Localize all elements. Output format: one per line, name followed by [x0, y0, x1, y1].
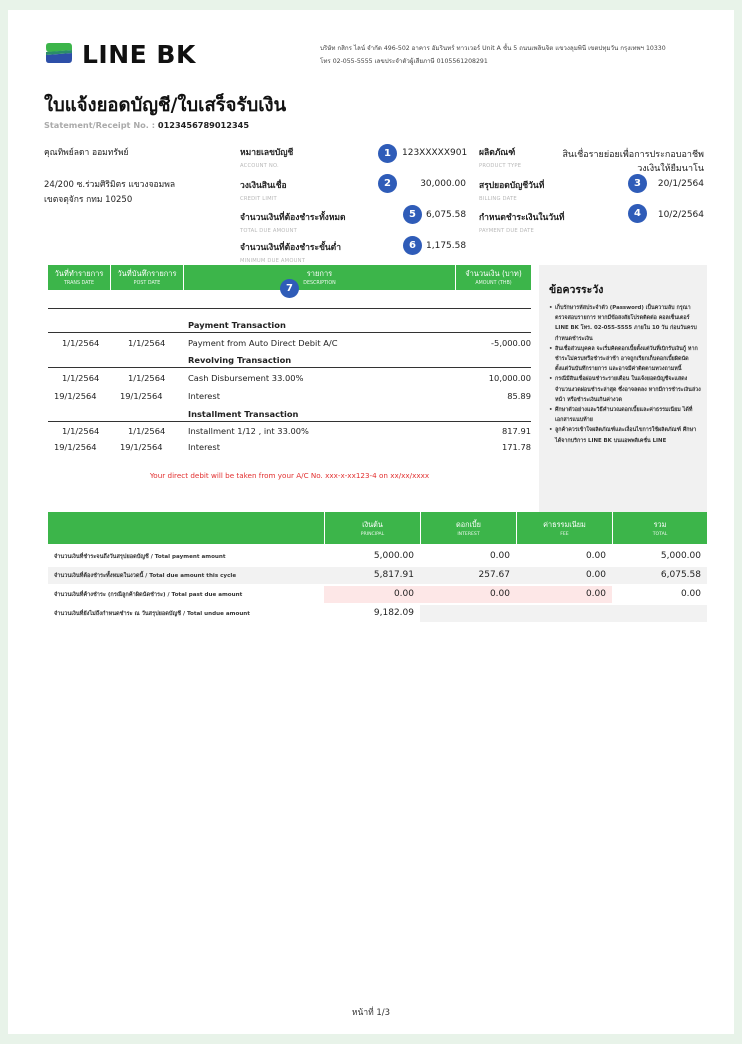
credit-limit-value: 30,000.00: [420, 179, 466, 189]
table-row: 1/1/2564 1/1/2564 Cash Disbursement 33.0…: [62, 373, 531, 383]
statement-number: Statement/Receipt No. : 0123456789012345: [44, 120, 250, 130]
list-item: กรณีมีสินเชื่อผ่อนชำระรายเดือน ในแจ้งยอด…: [549, 374, 701, 405]
table-row: 1/1/2564 1/1/2564 Installment 1/12 , int…: [62, 426, 531, 436]
brand-name: LINE BK: [82, 40, 196, 69]
col-principal: เงินต้น PRINCIPAL: [324, 512, 420, 544]
summary-row-past-due: จำนวนเงินที่ค้างชำระ (กรณีลูกค้าผิดนัดชำ…: [48, 586, 707, 603]
warning-notice: ข้อควรระวัง เก็บรักษารหัสประจำตัว (Passw…: [539, 265, 707, 529]
col-fee: ค่าธรรมเนียม FEE: [516, 512, 612, 544]
table-row: 1/1/2564 1/1/2564 Payment from Auto Dire…: [62, 338, 531, 348]
total-due-field: จำนวนเงินที่ต้องชำระทั้งหมด TOTAL DUE AM…: [240, 213, 346, 234]
col-interest: ดอกเบี้ย INTEREST: [420, 512, 516, 544]
minimum-due-field: จำนวนเงินที่ต้องชำระขั้นต่ำ MINIMUM DUE …: [240, 243, 341, 264]
col-post-date: วันที่บันทึกรายการ POST DATE: [111, 265, 184, 290]
list-item: เก็บรักษารหัสประจำตัว (Password) เป็นควา…: [549, 303, 701, 344]
customer-address: 24/200 ซ.ร่วมศิริมิตร แขวงจอมพล เขตจตุจั…: [44, 180, 176, 205]
table-row: 19/1/2564 19/1/2564 Interest 171.78: [54, 442, 531, 452]
badge-6: 6: [403, 236, 422, 255]
account-no-value: 123XXXXX901: [402, 148, 468, 158]
summary-row-due: จำนวนเงินที่ต้องชำระทั้งหมดในงวดนี้ / To…: [48, 567, 707, 584]
direct-debit-note: Your direct debit will be taken from you…: [149, 471, 430, 480]
divider: [48, 332, 531, 333]
divider: [48, 421, 531, 422]
company-address: บริษัท กสิกร ไลน์ จำกัด 496-502 อาคาร อั…: [320, 45, 666, 65]
product-type-field: ผลิตภัณฑ์ PRODUCT TYPE: [479, 148, 522, 169]
notice-list: เก็บรักษารหัสประจำตัว (Password) เป็นควา…: [549, 303, 701, 446]
billing-date-value: 20/1/2564: [657, 179, 704, 189]
section-payment: Payment Transaction: [188, 320, 286, 330]
badge-7: 7: [280, 279, 299, 298]
badge-2: 2: [378, 174, 397, 193]
badge-3: 3: [628, 174, 647, 193]
notice-title: ข้อควรระวัง: [549, 284, 604, 296]
payment-due-field: กำหนดชำระเงินในวันที่ PAYMENT DUE DATE: [479, 213, 565, 234]
summary-header: เงินต้น PRINCIPAL ดอกเบี้ย INTEREST ค่าธรร…: [48, 512, 707, 544]
col-description: รายการ DESCRIPTION: [184, 265, 456, 290]
section-installment: Installment Transaction: [188, 409, 299, 419]
account-no-field: หมายเลขบัญชี ACCOUNT NO.: [240, 148, 294, 169]
divider: [48, 367, 531, 368]
list-item: ลูกค้าควรเข้าใจผลิตภัณฑ์และเงื่อนไขการใช…: [549, 425, 701, 445]
minimum-due-value: 1,175.58: [426, 241, 467, 251]
credit-limit-field: วงเงินสินเชื่อ CREDIT LIMIT: [240, 181, 287, 202]
summary-row-undue: จำนวนเงินที่ยังไม่ถึงกำหนดชำระ ณ วันสรุป…: [48, 605, 707, 622]
line-bk-logo-icon: [46, 43, 72, 63]
page-number: หน้าที่ 1/3: [351, 1008, 391, 1018]
table-row: 19/1/2564 19/1/2564 Interest 85.89: [54, 391, 531, 401]
summary-row-payment: จำนวนเงินที่ชำระจนถึงวันสรุปยอดบัญชี / T…: [54, 551, 701, 561]
list-item: สินเชื่อส่วนบุคคล จะเริ่มคิดดอกเบี้ยตั้ง…: [549, 344, 701, 375]
badge-5: 5: [403, 205, 422, 224]
payment-due-value: 10/2/2564: [657, 210, 704, 220]
col-amount: จำนวนเงิน (บาท) AMOUNT (THB): [465, 269, 522, 286]
billing-date-field: สรุปยอดบัญชีวันที่ BILLING DATE: [479, 181, 545, 202]
badge-1: 1: [378, 144, 397, 163]
section-revolving: Revolving Transaction: [188, 355, 292, 365]
list-item: ศึกษาตัวอย่างและวิธีคำนวณดอกเบี้ยและค่าธ…: [549, 405, 701, 425]
col-trans-date: วันที่ทำรายการ TRANS DATE: [48, 265, 111, 290]
divider: [48, 308, 531, 309]
badge-4: 4: [628, 204, 647, 223]
product-type-value: สินเชื่อรายย่อยเพื่อการประกอบอาชีพ วงเงิ…: [562, 150, 704, 174]
customer-name: คุณทิพย์ลดา ออมทรัพย์: [44, 148, 129, 158]
col-total: รวม TOTAL: [612, 512, 707, 544]
total-due-value: 6,075.58: [426, 210, 467, 220]
page-title: ใบแจ้งยอดบัญชี/ใบเสร็จรับเงิน: [44, 95, 287, 116]
